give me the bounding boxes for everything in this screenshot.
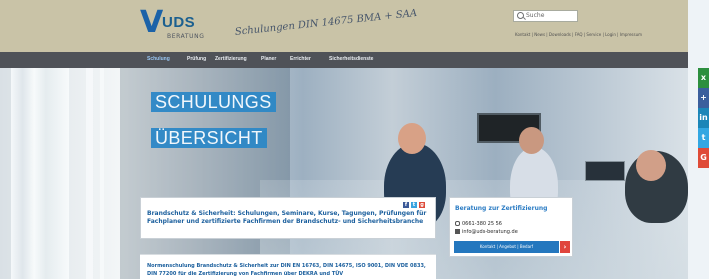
header-slogan: Schulungen DIN 14675 BMA + SAA — [234, 7, 418, 38]
intro-card: f t g Brandschutz & Sicherheit: Schulung… — [140, 197, 436, 239]
facebook-share-icon[interactable]: f — [403, 202, 409, 208]
search-box[interactable]: Suche — [513, 10, 578, 22]
window-column — [100, 68, 104, 279]
nav-item-errichter[interactable]: Errichter — [290, 56, 311, 62]
meeting-person-far-right-head — [636, 150, 666, 181]
phone-line[interactable]: 0661-380 25 56 — [455, 221, 502, 227]
nav-item-zertifizierung[interactable]: Zertifizierung — [215, 56, 247, 62]
website-container: V UDS BERATUNG Schulungen DIN 14675 BMA … — [0, 0, 688, 279]
google-share-icon[interactable]: g — [419, 202, 425, 208]
bright-window-panel — [11, 68, 69, 279]
email-line[interactable]: info@uds-beratung.de — [455, 229, 518, 235]
page-background: V UDS BERATUNG Schulungen DIN 14675 BMA … — [0, 0, 709, 279]
social-tab-x[interactable]: x — [698, 68, 709, 88]
meeting-person-center-head — [398, 123, 426, 154]
nav-item-planer[interactable]: Planer — [261, 56, 276, 62]
nav-item-pruefung[interactable]: Prüfung — [187, 56, 206, 62]
window-column — [86, 68, 93, 279]
laptop — [585, 161, 625, 181]
top-links[interactable]: Kontakt | News | Downloads | FAQ | Servi… — [515, 32, 642, 37]
phone-number: 0661-380 25 56 — [462, 221, 502, 227]
logo-text: UDS — [162, 14, 196, 31]
consulting-title: Beratung zur Zertifizierung — [455, 205, 548, 212]
main-navigation: Schulung Prüfung Zertifizierung Planer E… — [0, 52, 688, 68]
mail-icon — [455, 229, 460, 234]
email-address: info@uds-beratung.de — [462, 229, 518, 235]
social-tab-google[interactable]: G — [698, 148, 709, 168]
contact-offer-button[interactable]: Kontakt | Angebot | Bedarf — [454, 241, 559, 253]
hero-title-line-2: ÜBERSICHT — [151, 128, 267, 148]
hero-banner-image — [0, 68, 688, 279]
search-placeholder: Suche — [526, 12, 545, 19]
social-tab-plus[interactable]: + — [698, 88, 709, 108]
normenschulung-text: Normenschulung Brandschutz & Sicherheit … — [147, 263, 426, 277]
twitter-share-icon[interactable]: t — [411, 202, 417, 208]
uds-logo[interactable]: V UDS BERATUNG — [140, 8, 220, 44]
logo-v-mark: V — [140, 5, 164, 40]
nav-item-sicherheitsdienste[interactable]: Sicherheitsdienste — [329, 56, 373, 62]
intro-card-text: Brandschutz & Sicherheit: Schulungen, Se… — [147, 210, 427, 225]
consulting-card: Beratung zur Zertifizierung 0661-380 25 … — [449, 197, 573, 257]
phone-icon — [455, 221, 460, 226]
site-header: V UDS BERATUNG Schulungen DIN 14675 BMA … — [0, 0, 688, 52]
logo-subtext: BERATUNG — [167, 33, 205, 40]
share-icons: f t g — [403, 202, 431, 208]
social-tab-twitter[interactable]: t — [698, 128, 709, 148]
nav-item-schulung[interactable]: Schulung — [147, 56, 170, 62]
search-icon — [517, 12, 524, 19]
meeting-person-right-head — [519, 127, 544, 154]
social-tab-linkedin[interactable]: in — [698, 108, 709, 128]
arrow-button[interactable]: › — [560, 241, 570, 253]
hero-title-line-1: SCHULUNGS — [151, 92, 276, 112]
normenschulung-card: Normenschulung Brandschutz & Sicherheit … — [140, 254, 436, 279]
